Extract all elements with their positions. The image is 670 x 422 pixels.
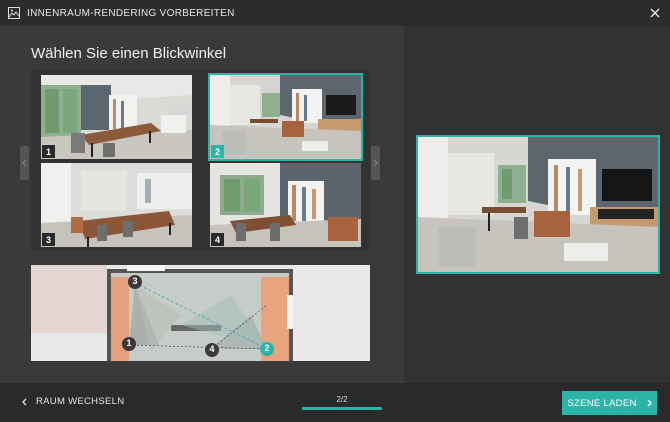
image-icon	[8, 7, 20, 19]
preview-panel	[404, 26, 670, 383]
footer-bar: RAUM WECHSELN 2/2 SZENE LADEN	[0, 383, 670, 422]
viewpoint-grid: 1 2 3 4	[31, 70, 370, 250]
change-room-label: RAUM WECHSELN	[36, 396, 125, 407]
chevron-left-icon	[22, 398, 27, 406]
viewpoint-thumbnail-1[interactable]: 1	[41, 75, 192, 159]
next-page-button[interactable]	[371, 146, 380, 180]
viewpoint-number: 4	[211, 233, 224, 246]
viewpoint-panel: Wählen Sie einen Blickwinkel 1 2 3 4 3 1…	[0, 26, 404, 383]
viewpoint-preview	[416, 135, 660, 274]
floor-plan: 3 1 4 2	[31, 265, 370, 361]
chevron-right-icon	[373, 159, 378, 167]
floorplan-marker-2[interactable]: 2	[260, 343, 274, 353]
page-indicator: 2/2	[336, 395, 348, 404]
chevron-right-icon	[647, 399, 652, 407]
close-icon[interactable]	[648, 6, 662, 20]
page-title: Wählen Sie einen Blickwinkel	[31, 45, 227, 62]
floorplan-marker-4[interactable]: 4	[205, 344, 219, 354]
viewpoint-thumbnail-3[interactable]: 3	[41, 163, 192, 247]
viewpoint-thumbnail-2[interactable]: 2	[208, 73, 363, 161]
viewpoint-thumbnail-4[interactable]: 4	[210, 163, 361, 247]
title-bar: INNENRAUM-RENDERING VORBEREITEN	[0, 0, 670, 26]
viewpoint-number: 3	[42, 233, 55, 246]
page-progress-bar	[302, 407, 382, 410]
previous-page-button[interactable]	[20, 146, 29, 180]
window-title: INNENRAUM-RENDERING VORBEREITEN	[27, 7, 235, 19]
load-scene-button[interactable]: SZENE LADEN	[562, 391, 657, 415]
viewpoint-number: 2	[211, 145, 224, 158]
floorplan-marker-3[interactable]: 3	[128, 276, 142, 286]
viewpoint-number: 1	[42, 145, 55, 158]
render-dialog: INNENRAUM-RENDERING VORBEREITEN Wählen S…	[0, 0, 670, 422]
change-room-button[interactable]: RAUM WECHSELN	[22, 396, 124, 407]
load-scene-label: SZENE LADEN	[567, 397, 637, 409]
floorplan-marker-1[interactable]: 1	[122, 338, 136, 348]
chevron-left-icon	[22, 159, 27, 167]
